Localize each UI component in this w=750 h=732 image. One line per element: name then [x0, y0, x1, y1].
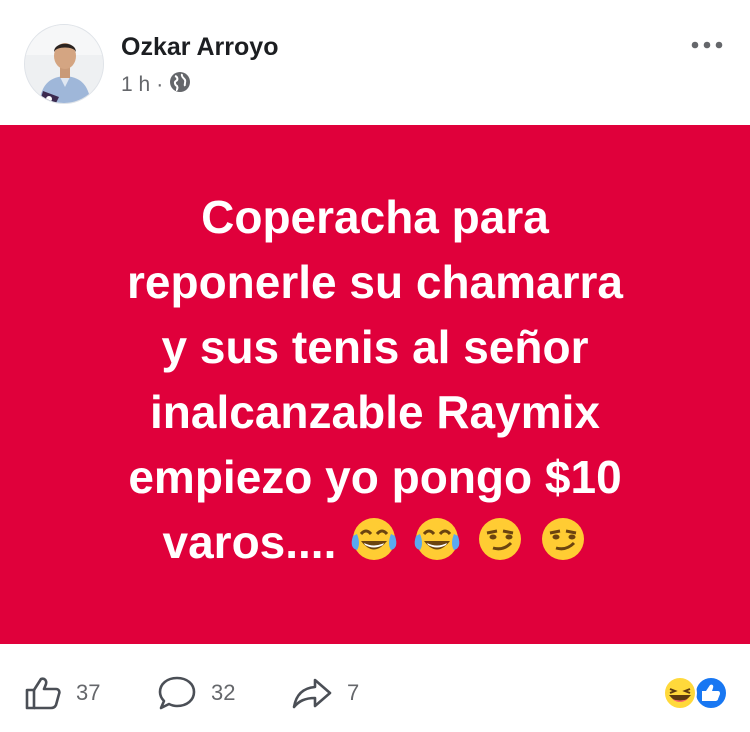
comment-button[interactable]: 32: [157, 676, 235, 710]
reaction-summary[interactable]: [660, 675, 730, 711]
post-body-line: reponerle su chamarra: [126, 255, 623, 308]
meta-separator: ·: [156, 73, 164, 96]
avatar[interactable]: [24, 24, 104, 104]
like-count: 37: [76, 680, 101, 705]
tears-of-joy-emoji: [412, 514, 462, 581]
smirk-emoji: [475, 514, 525, 581]
globe-icon: [169, 71, 191, 99]
post-body-line: empiezo yo pongo $10: [128, 450, 622, 503]
post-meta: 1 h ·: [121, 71, 191, 99]
comment-icon: [158, 676, 196, 710]
comment-count: 32: [211, 680, 236, 705]
laugh-reaction-icon: [663, 676, 697, 710]
thumbs-up-icon: [25, 677, 61, 710]
like-button[interactable]: 37: [24, 676, 100, 710]
post-body-text: Coperacha para reponerle su chamarra y s…: [25, 185, 725, 581]
more-options-icon: [691, 41, 723, 49]
post-time[interactable]: 1 h: [121, 73, 150, 97]
post-header: Ozkar Arroyo 1 h ·: [0, 0, 750, 125]
smirk-emoji: [538, 514, 588, 581]
tears-of-joy-emoji: [349, 514, 399, 581]
share-button[interactable]: 7: [291, 676, 359, 710]
post-body-line: varos....: [162, 515, 337, 568]
post-body-last-line: varos....: [25, 510, 725, 581]
post-body-line: inalcanzable Raymix: [150, 385, 600, 438]
share-arrow-icon: [292, 678, 332, 709]
share-count: 7: [347, 680, 360, 705]
like-reaction-icon: [694, 676, 728, 710]
more-options-button[interactable]: [686, 30, 728, 60]
post-footer: [0, 644, 750, 732]
post-body-card: Coperacha para reponerle su chamarra y s…: [0, 125, 750, 644]
author-name[interactable]: Ozkar Arroyo: [121, 33, 278, 62]
post-body-line: y sus tenis al señor: [161, 320, 589, 373]
post-body-line: Coperacha para: [201, 190, 549, 243]
